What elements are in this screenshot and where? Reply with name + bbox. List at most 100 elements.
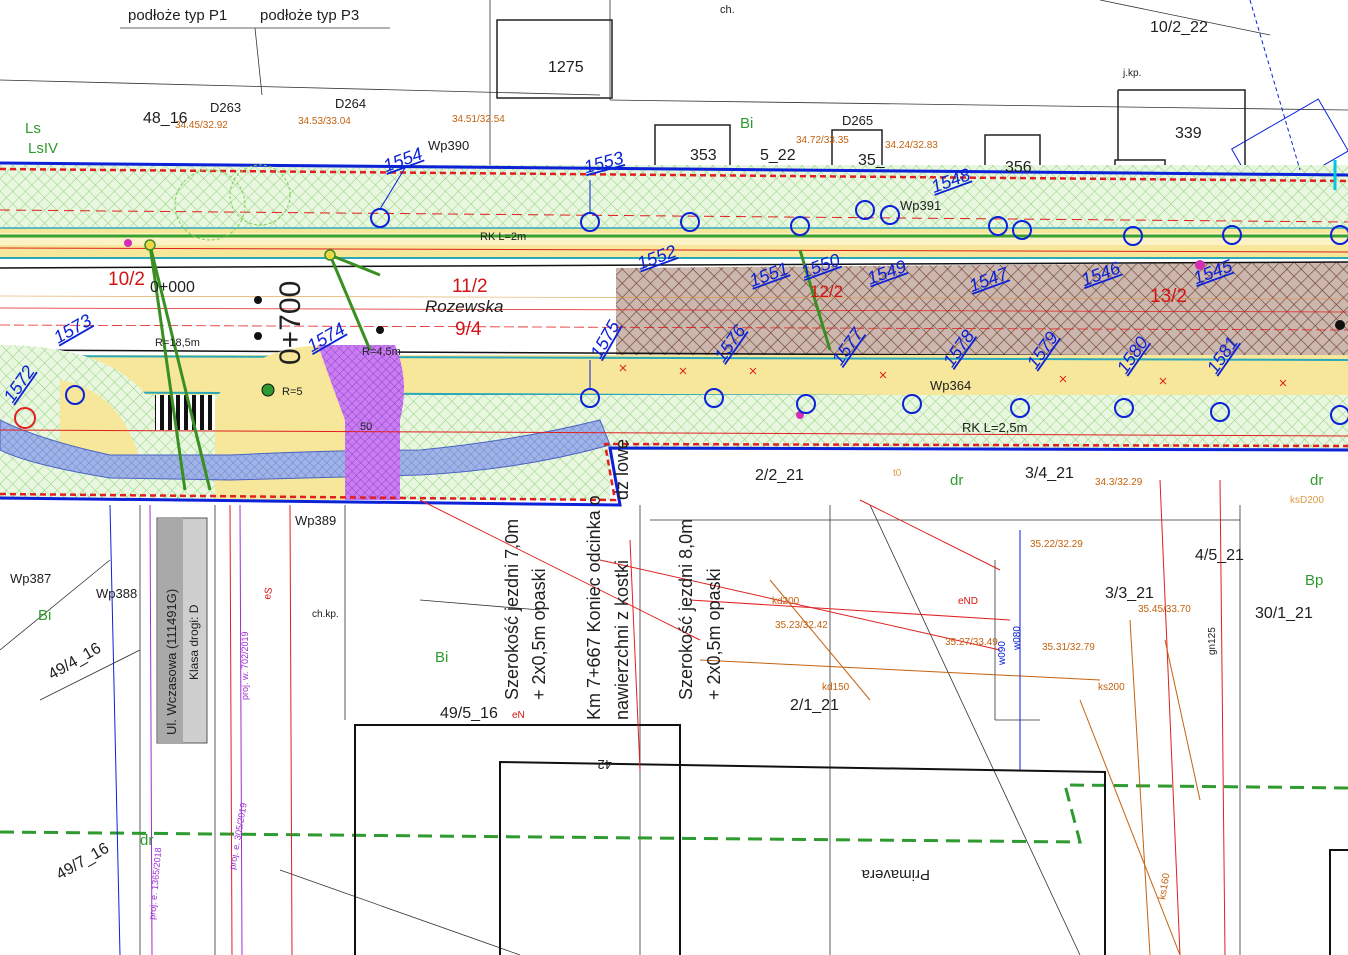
parcel: 49/5_16 (440, 705, 498, 722)
elevation: 34.24/32.83 (885, 140, 938, 151)
utility-label: ch.kp. (312, 609, 339, 620)
parcel: 3/4_21 (1025, 465, 1074, 482)
well-label: Wp388 (96, 586, 137, 601)
zebra-crossing (155, 395, 215, 430)
width-annotation-1b: + 2x0,5m opaski (529, 568, 549, 700)
well-label: D264 (335, 96, 366, 111)
subgrade-label-p1: podłoże typ P1 (128, 7, 227, 24)
well-label: D263 (210, 100, 241, 115)
utility-label: w080 (1012, 626, 1023, 651)
land-class: Bi (740, 115, 753, 132)
parcel: 48_16 (143, 110, 188, 127)
parcel: 49/4_16 (46, 640, 105, 684)
point-marker-icon (1335, 320, 1345, 330)
green-dashed-limits (0, 783, 1348, 844)
well-label: Wp387 (10, 571, 51, 586)
map-canvas[interactable]: podłoże typ P1 podłoże typ P3 Rozewska 0… (0, 0, 1348, 955)
utility-label: proj. w. 702/2019 (240, 631, 250, 700)
utility-label: w090 (997, 641, 1008, 666)
utility-label: eND (958, 596, 978, 607)
num-50-label: 50 (360, 421, 372, 433)
elevation: 34.3/32.29 (1095, 477, 1143, 488)
width-annotation-1: Szerokość jezdni 7,0m (502, 519, 522, 700)
rk-label-top: RK L=2m (480, 231, 526, 243)
land-class: Bi (435, 649, 448, 666)
num-42-label: 42 (598, 757, 612, 772)
lower-buildings (354, 724, 1348, 955)
well-label: Wp364 (930, 378, 971, 393)
parcel: 4/5_21 (1195, 547, 1244, 564)
well-label: Wp389 (295, 513, 336, 528)
elevation: 35.45/33.70 (1138, 604, 1191, 615)
end-segment-annotation: Km 7+667 Koniec odcinka o (584, 495, 604, 720)
utility-label: ksD200 (1290, 495, 1324, 506)
chainage-km: 0+700 (274, 281, 307, 365)
utility-label: gn125 (1207, 627, 1218, 655)
parcel: 3/3_21 (1105, 585, 1154, 602)
point-marker-icon (254, 332, 262, 340)
plot-right: 13/2 (1150, 286, 1187, 307)
utility-label: kd200 (772, 596, 800, 607)
parcel: 30/1_21 (1255, 605, 1313, 622)
road-name: Rozewska (425, 297, 503, 316)
parcel: 5_22 (760, 147, 796, 164)
width-annotation-2b: + 2x0,5m opaski (704, 568, 724, 700)
side-street-name: Ul. Wczasowa (111491G) (164, 589, 179, 735)
utility-label: proj. e. 305/2019 (227, 802, 249, 870)
elevation: 35.22/32.29 (1030, 539, 1083, 550)
well-label: Wp390 (428, 138, 469, 153)
curve-radius: R=18,5m (155, 337, 200, 349)
plot-right2: 12/2 (810, 282, 843, 301)
chainage-start: 0+000 (150, 279, 195, 296)
elevation: 35.31/32.79 (1042, 642, 1095, 653)
building-number: 353 (690, 147, 717, 164)
building-number: 10/2_22 (1150, 19, 1208, 36)
utility-label: eS (262, 586, 275, 600)
elevation: 34.72/33.35 (796, 135, 849, 146)
rk-label: RK L=2,5m (962, 420, 1027, 435)
utility-label: t0 (893, 468, 902, 479)
building-number: 339 (1175, 125, 1202, 142)
well-label: D265 (842, 113, 873, 128)
well-label: Wp391 (900, 198, 941, 213)
parcel: 49/7_16 (54, 840, 113, 884)
survey-point (324, 249, 336, 261)
ch-label: ch. (720, 4, 735, 16)
end-segment-annotation-c: dz lowe (612, 439, 632, 500)
plot-mid2: 9/4 (455, 319, 482, 340)
end-segment-annotation-b: nawierzchni z kostki (612, 560, 632, 720)
plot-mid: 11/2 (452, 276, 488, 297)
land-class: Bi (38, 607, 51, 624)
plot-left: 10/2 (108, 269, 145, 290)
land-class: dr (140, 832, 153, 849)
lower-yellow-sidewalk (0, 355, 1348, 395)
land-class: LsIV (28, 140, 58, 157)
parcel: 2/1_21 (790, 697, 839, 714)
utility-label: ks160 (1157, 872, 1173, 901)
r-label-2: R=4,5m (362, 346, 401, 358)
elevation: 34.53/33.04 (298, 116, 351, 127)
utility-label: proj. e. 1365/2018 (147, 847, 163, 920)
subgrade-label-p3: podłoże typ P3 (260, 7, 359, 24)
elevation: 35.27/33.49 (945, 637, 998, 648)
point-marker-icon (376, 326, 384, 334)
land-class: dr (950, 472, 963, 489)
building-number: 1275 (548, 59, 584, 76)
land-class: dr (1310, 472, 1323, 489)
utility-label: j.kp. (1122, 68, 1141, 79)
elevation: 35.23/32.42 (775, 620, 828, 631)
r5-label: R=5 (282, 386, 303, 398)
utility-label: kd150 (822, 682, 850, 693)
parcel: 2/2_21 (755, 467, 804, 484)
utility-label: ks200 (1098, 682, 1125, 693)
building-number: 35_ (858, 152, 886, 169)
elevation: 34.51/32.54 (452, 114, 505, 125)
signpost-icon (261, 383, 275, 397)
width-annotation-2: Szerokość jezdni 8,0m (676, 519, 696, 700)
utility-label: eN (512, 710, 525, 721)
survey-point (144, 239, 156, 251)
land-class: Ls (25, 120, 41, 137)
point-marker-icon (254, 296, 262, 304)
building-number: 356 (1005, 159, 1032, 176)
primavera-label: Primavera (861, 866, 930, 883)
